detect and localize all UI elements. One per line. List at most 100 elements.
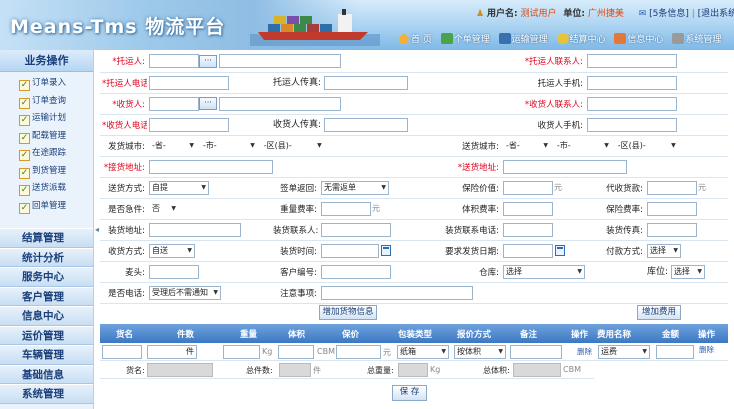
calendar-icon[interactable]: [555, 245, 566, 256]
goods-value-input[interactable]: [336, 345, 381, 359]
fee-amount-input[interactable]: [656, 345, 694, 359]
goods-weight-input[interactable]: [223, 345, 260, 359]
receipt-return-select[interactable]: 无需返单: [321, 180, 389, 195]
insure-rate-label: 保险费率:: [585, 198, 646, 220]
sidebar-group-settlement[interactable]: 结算管理: [0, 228, 93, 248]
nav-transport-mgmt[interactable]: 运输管理: [498, 32, 548, 45]
delivery-mode-select[interactable]: 自提: [149, 180, 209, 195]
consignee-fax-input[interactable]: [323, 117, 408, 132]
receive-mode-select[interactable]: 自送: [149, 243, 195, 258]
from-city-select[interactable]: -市-: [199, 138, 258, 153]
warehouse-select[interactable]: 选择: [503, 264, 586, 279]
nav-info-center[interactable]: 信息中心: [614, 32, 663, 45]
from-province-select[interactable]: -省-: [149, 138, 197, 153]
goods-delete-link[interactable]: 删除: [577, 346, 592, 357]
insure-rate-input[interactable]: [647, 201, 698, 216]
goods-volume-input[interactable]: [278, 345, 314, 359]
nav-settlement[interactable]: 结算中心: [556, 32, 606, 45]
shipper-lookup-button[interactable]: ···: [199, 54, 217, 68]
checkbox-icon: ✓: [19, 132, 30, 144]
consignee-lookup-button[interactable]: ···: [199, 97, 217, 110]
sidebar-group-vehicle[interactable]: 车辆管理: [0, 345, 93, 365]
fee-delete-link[interactable]: 删除: [699, 344, 714, 355]
nav-system[interactable]: 系统管理: [672, 32, 721, 45]
sidebar-item-stowage[interactable]: ✓ 配载管理: [19, 128, 93, 146]
sidebar-group-customer[interactable]: 客户管理: [0, 286, 93, 306]
shipper-fax-input[interactable]: [323, 75, 408, 90]
insured-value-input[interactable]: [503, 180, 554, 195]
save-button[interactable]: 保 存: [392, 385, 427, 401]
add-goods-button[interactable]: 增加货物信息: [319, 305, 377, 320]
calendar-icon[interactable]: [381, 245, 391, 256]
sidebar-item-arrival[interactable]: ✓ 到货管理: [19, 163, 93, 181]
col-volume: 体积: [288, 330, 306, 340]
pay-mode-select[interactable]: 选择: [647, 243, 682, 258]
sidebar-item-transport-plan[interactable]: ✓ 运输计划: [19, 110, 93, 128]
from-district-select[interactable]: -区(县)-: [260, 138, 325, 153]
shipper-phone-input[interactable]: [149, 75, 229, 90]
req-date-input[interactable]: [503, 243, 554, 258]
collapse-arrow-icon[interactable]: ◂: [95, 225, 99, 237]
goods-name-input[interactable]: [102, 345, 142, 359]
sidebar-item-tracking[interactable]: ✓ 在途跟踪: [19, 145, 93, 163]
sidebar-group-service[interactable]: 服务中心: [0, 267, 93, 287]
cust-no-input[interactable]: [321, 264, 391, 279]
goods-note-input[interactable]: [510, 345, 562, 359]
sidebar-group-system[interactable]: 系统管理: [0, 384, 93, 404]
sidebar-group-info[interactable]: 信息中心: [0, 306, 93, 326]
sidebar-item-receipt[interactable]: ✓ 回单管理: [19, 198, 93, 216]
goods-pack-select[interactable]: 纸箱: [397, 345, 449, 359]
shipper-input[interactable]: [149, 54, 199, 69]
unit-label: 单位:: [563, 9, 585, 19]
notify-select[interactable]: 受理后不需通知: [149, 285, 221, 300]
consignee-name-input[interactable]: [219, 96, 341, 111]
col-pieces: 件数: [177, 330, 195, 340]
summary-volume-input: [513, 363, 561, 377]
sidebar-group-statistics[interactable]: 统计分析: [0, 247, 93, 267]
delivery-address-input[interactable]: [503, 159, 628, 174]
volume-rate-input[interactable]: [503, 201, 554, 216]
cod-input[interactable]: [647, 180, 698, 195]
load-address-input[interactable]: [149, 222, 241, 237]
consignee-phone-input[interactable]: [149, 117, 229, 132]
logout-link[interactable]: [退出系统]: [698, 9, 734, 19]
user-value[interactable]: 测试用户: [520, 9, 556, 19]
to-province-select[interactable]: -省-: [503, 138, 552, 153]
pickup-address-input[interactable]: [149, 159, 273, 174]
load-phone-input[interactable]: [503, 222, 554, 237]
shipper-mobile-input[interactable]: [587, 75, 678, 90]
goods-pieces-input[interactable]: 件: [147, 345, 197, 359]
shipper-contact-label: *托运人联系人:: [431, 51, 586, 73]
unit-value[interactable]: 广州捷美: [588, 9, 624, 19]
urgent-select[interactable]: 否: [149, 201, 179, 216]
messages-link[interactable]: [5条信息]: [649, 9, 689, 19]
sidebar-group-pricing[interactable]: 运价管理: [0, 325, 93, 345]
location-select[interactable]: 选择: [670, 264, 705, 279]
load-time-input[interactable]: [321, 243, 379, 258]
to-city-select[interactable]: -市-: [553, 138, 612, 153]
sidebar-item-delivery[interactable]: ✓ 送货派载: [19, 180, 93, 198]
fee-name-select[interactable]: 运费: [598, 345, 650, 359]
load-fax-input[interactable]: [647, 222, 698, 237]
head-mark-input[interactable]: [149, 264, 199, 279]
weight-rate-input[interactable]: [321, 201, 371, 216]
remarks-input[interactable]: [321, 285, 473, 300]
goods-quote-select[interactable]: 按体积: [454, 345, 506, 359]
sidebar-title[interactable]: 业务操作: [0, 50, 93, 72]
sidebar-item-order-query[interactable]: ✓ 订单查询: [19, 93, 93, 111]
shipper-name-input[interactable]: [219, 54, 341, 69]
summary-weight-input: [398, 363, 428, 377]
form-table: *托运人: ··· *托运人联系人: *托运人电话: 托运人传真: 托运人手机:…: [100, 51, 729, 304]
load-contact-input[interactable]: [321, 222, 391, 237]
weight-rate-label: 重量费率:: [271, 198, 319, 220]
shipper-contact-input[interactable]: [587, 54, 678, 69]
add-fee-button[interactable]: 增加费用: [637, 305, 681, 320]
consignee-input[interactable]: [149, 96, 199, 111]
sidebar-group-basic[interactable]: 基础信息: [0, 364, 93, 384]
consignee-contact-input[interactable]: [587, 96, 678, 111]
to-district-select[interactable]: -区(县)-: [614, 138, 679, 153]
nav-home[interactable]: 首 页: [398, 32, 432, 45]
nav-order-mgmt[interactable]: 个单管理: [440, 32, 490, 45]
sidebar-item-order-entry[interactable]: ✓ 订单录入: [19, 75, 93, 93]
consignee-mobile-input[interactable]: [587, 117, 678, 132]
